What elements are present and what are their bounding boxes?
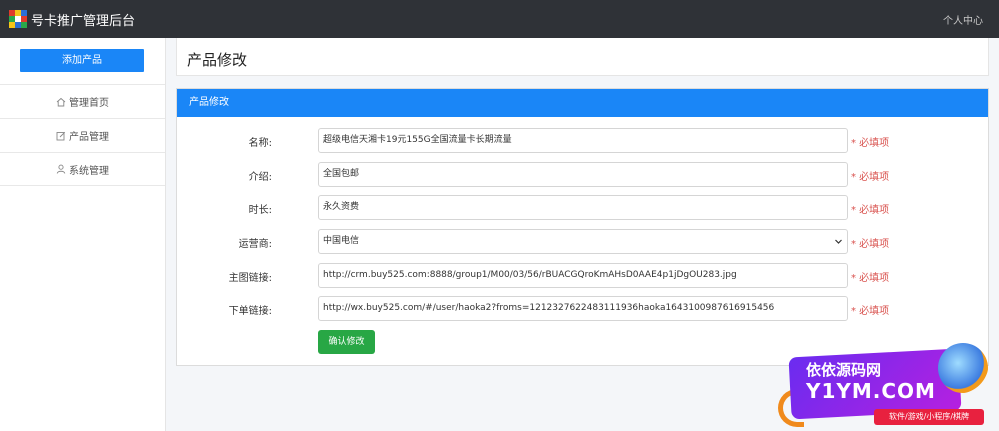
- top-navbar: 号卡推广管理后台 个人中心: [0, 0, 999, 38]
- sidebar-item-system[interactable]: 系统管理: [0, 152, 165, 186]
- sidebar-item-label: 管理首页: [69, 98, 109, 109]
- required-hint: * 必填项: [851, 205, 890, 216]
- field-label: 介绍:: [248, 172, 272, 183]
- magnifier-icon: [938, 343, 988, 393]
- field-label: 运营商:: [238, 239, 272, 250]
- field-label: 主图链接:: [228, 273, 272, 284]
- name-input[interactable]: 超级电信天湘卡19元155G全国流量卡长期流量: [318, 128, 848, 153]
- brand-title: 号卡推广管理后台: [31, 13, 136, 29]
- watermark-line1: 依依源码网: [806, 361, 882, 379]
- chevron-down-icon: [834, 232, 843, 253]
- duration-input[interactable]: 永久资费: [318, 195, 848, 220]
- page-header: 产品修改: [176, 38, 989, 76]
- form-row-order-link: 下单链接: http://wx.buy525.com/#/user/haoka2…: [177, 296, 990, 321]
- sidebar-nav: 管理首页 产品管理 系统管理: [0, 84, 165, 186]
- watermark-tagline: 软件/游戏/小程序/棋牌: [874, 409, 984, 425]
- required-hint: * 必填项: [851, 273, 890, 284]
- sidebar-item-products[interactable]: 产品管理: [0, 118, 165, 152]
- home-icon: [56, 97, 66, 107]
- card-title: 产品修改: [177, 89, 988, 117]
- operator-select[interactable]: 中国电信: [318, 229, 848, 254]
- required-hint: * 必填项: [851, 138, 890, 149]
- form-row-operator: 运营商: 中国电信 * 必填项: [177, 229, 990, 254]
- form-row-image-link: 主图链接: http://crm.buy525.com:8888/group1/…: [177, 263, 990, 288]
- page-title: 产品修改: [187, 51, 248, 69]
- required-hint: * 必填项: [851, 172, 890, 183]
- sidebar-item-label: 系统管理: [69, 165, 109, 177]
- edit-icon: [56, 131, 66, 141]
- form-row-intro: 介绍: 全国包邮 * 必填项: [177, 162, 990, 187]
- form-row-duration: 时长: 永久资费 * 必填项: [177, 195, 990, 220]
- field-label: 名称:: [248, 138, 272, 149]
- operator-select-value: 中国电信: [323, 236, 360, 246]
- add-product-button[interactable]: 添加产品: [20, 49, 144, 72]
- intro-input[interactable]: 全国包邮: [318, 162, 848, 187]
- field-label: 时长:: [248, 205, 272, 216]
- edit-form-card: 产品修改 名称: 超级电信天湘卡19元155G全国流量卡长期流量 * 必填项 介…: [176, 88, 989, 366]
- user-icon: [56, 164, 66, 174]
- image-link-input[interactable]: http://crm.buy525.com:8888/group1/M00/03…: [318, 263, 848, 288]
- user-center-link[interactable]: 个人中心: [943, 12, 983, 27]
- watermark-line2: Y1YM.COM: [806, 379, 936, 403]
- required-hint: * 必填项: [851, 306, 890, 317]
- sidebar: 添加产品 管理首页 产品管理 系统管理: [0, 38, 166, 431]
- sidebar-item-home[interactable]: 管理首页: [0, 84, 165, 118]
- logo-icon: [9, 10, 27, 28]
- required-hint: * 必填项: [851, 239, 890, 250]
- form-row-name: 名称: 超级电信天湘卡19元155G全国流量卡长期流量 * 必填项: [177, 128, 990, 153]
- watermark-logo: 依依源码网 Y1YM.COM 软件/游戏/小程序/棋牌: [778, 339, 999, 431]
- order-link-input[interactable]: http://wx.buy525.com/#/user/haoka2?froms…: [318, 296, 848, 321]
- sidebar-item-label: 产品管理: [69, 132, 109, 143]
- confirm-edit-button[interactable]: 确认修改: [318, 330, 375, 354]
- field-label: 下单链接:: [228, 306, 272, 317]
